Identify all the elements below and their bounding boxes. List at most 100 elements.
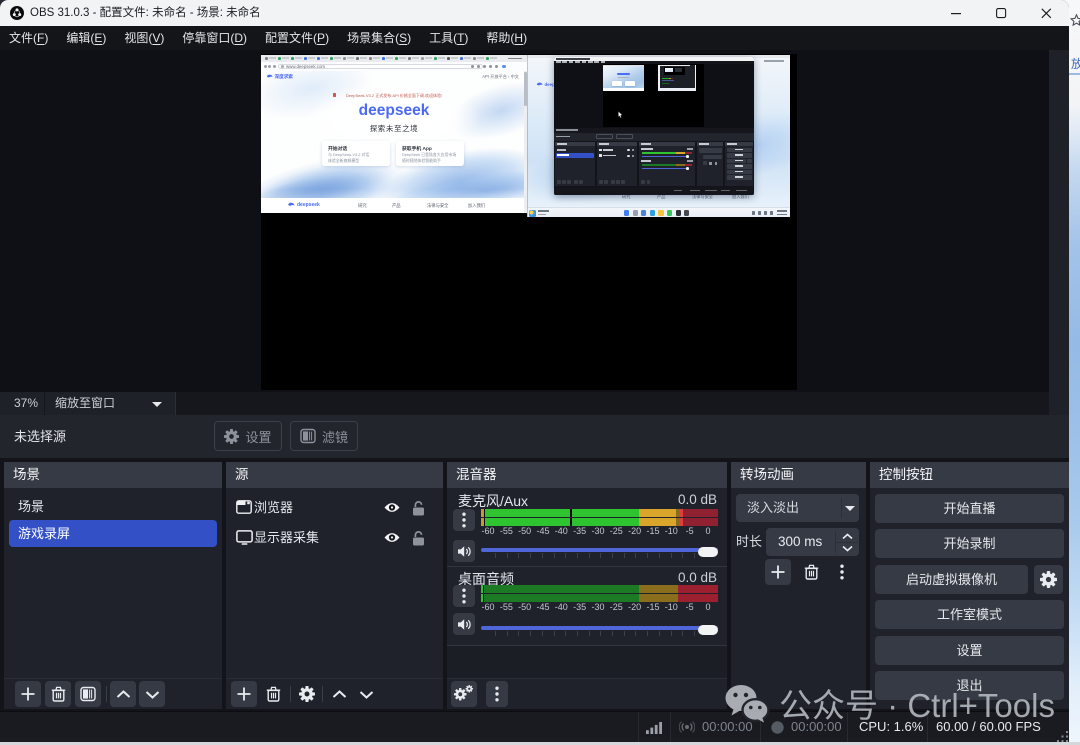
meter-scale-label: 0	[705, 526, 710, 536]
scene-filters-button[interactable]	[75, 681, 101, 707]
controls-panel-title[interactable]: 控制按钮	[870, 462, 1069, 488]
scene-item[interactable]: 场景	[4, 493, 222, 520]
screenshot-stage: 放 OBS 31.0.3 - 配置文件: 未命名 - 场景: 未命名 文件(F)…	[0, 0, 1080, 745]
captured-tabbar-detail	[282, 57, 289, 59]
mixer-channel-menu-button[interactable]	[453, 509, 475, 531]
captured-obs-window-detail-detail-detail	[557, 180, 561, 184]
source-properties-label: 设置	[245, 427, 271, 446]
volume-slider[interactable]	[481, 541, 718, 563]
browser-window-icon	[236, 500, 252, 519]
captured-obs-window-detail-detail-detail	[676, 152, 685, 154]
virtual-camera-settings-button[interactable]	[1034, 565, 1063, 594]
lock-open-icon[interactable]	[412, 531, 425, 551]
menu-item[interactable]: 场景集合(S)	[338, 26, 420, 50]
captured-tabbar-detail	[408, 57, 411, 60]
remove-source-button[interactable]	[262, 683, 284, 705]
duration-spinbox[interactable]: 300 ms	[766, 528, 859, 556]
source-down-button[interactable]	[355, 683, 377, 705]
volume-slider[interactable]	[481, 619, 718, 641]
visibility-eye-icon[interactable]	[384, 530, 400, 548]
source-properties-button[interactable]: 设置	[214, 421, 282, 451]
mute-speaker-button-detail	[457, 618, 472, 631]
source-properties-toolbar-button[interactable]	[296, 683, 318, 705]
lock-open-icon[interactable]	[412, 501, 425, 521]
mixer-menu-button[interactable]	[486, 681, 508, 707]
menu-item[interactable]: 配置文件(P)	[256, 26, 338, 50]
captured-obs-window-detail	[596, 134, 613, 139]
scene-item-selected[interactable]: 游戏录屏	[9, 520, 217, 547]
minimize-button[interactable]	[934, 0, 979, 26]
spin-up-button[interactable]	[837, 531, 857, 542]
transition-select[interactable]: 淡入淡出	[736, 494, 859, 522]
source-item-browser[interactable]: 浏览器	[226, 494, 443, 521]
transitions-panel-title[interactable]: 转场动画	[731, 462, 866, 488]
add-source-button[interactable]	[231, 681, 257, 707]
close-button[interactable]	[1024, 0, 1069, 26]
maximize-button-detail-detail	[997, 8, 1006, 17]
advanced-audio-button[interactable]	[451, 681, 477, 707]
mixer-panel-title[interactable]: 混音器	[447, 462, 727, 488]
zoom-control[interactable]: 37% 缩放至窗口	[0, 392, 176, 415]
start-recording-button[interactable]: 开始录制	[875, 529, 1064, 558]
captured-tabbar-detail	[317, 57, 320, 60]
scene-down-button[interactable]	[139, 681, 165, 707]
remove-scene-button[interactable]	[45, 681, 71, 707]
spin-down-button[interactable]	[837, 543, 857, 554]
add-transition-button[interactable]	[765, 559, 791, 585]
captured-footer-link: 研究	[358, 203, 367, 209]
menu-item[interactable]: 文件(F)	[0, 26, 57, 50]
visibility-eye-icon[interactable]	[384, 500, 400, 518]
volume-slider-detail	[577, 553, 578, 558]
transition-menu-button[interactable]	[833, 561, 851, 583]
volume-slider-detail	[612, 631, 613, 636]
display-capture-source[interactable]: www.deepseek.com深度求索API 开放平台 › 中文DeepSee…	[261, 55, 790, 217]
volume-slider-detail	[698, 625, 718, 635]
remove-transition-button[interactable]	[800, 561, 822, 583]
mixer-channel-menu-button[interactable]	[453, 585, 475, 607]
sources-panel-title[interactable]: 源	[226, 462, 443, 488]
captured-card: 开始对话与 DeepSeek-V3.2 对话体验全新旗舰模型	[322, 141, 390, 166]
menu-item[interactable]: 工具(T)	[420, 26, 477, 50]
captured-obs-window-detail	[588, 61, 593, 62]
preview-canvas[interactable]: www.deepseek.com深度求索API 开放平台 › 中文DeepSee…	[261, 54, 797, 390]
menu-item[interactable]: 停靠窗口(D)	[173, 26, 256, 50]
maximize-button[interactable]	[979, 0, 1024, 26]
captured-obs-window-detail-detail-detail	[642, 152, 676, 154]
captured-taskbar	[527, 207, 790, 217]
signal-bars-icon-detail-detail-detail	[659, 722, 662, 734]
source-filters-button[interactable]: 滤镜	[290, 421, 358, 451]
source-up-button-detail-detail	[333, 691, 345, 697]
monitor-icon-detail	[236, 530, 253, 545]
menu-item[interactable]: 视图(V)	[115, 26, 173, 50]
menu-item-detail: H	[514, 31, 523, 45]
scene-up-button[interactable]	[110, 681, 136, 707]
resize-grip[interactable]	[1057, 730, 1069, 742]
studio-mode-button[interactable]: 工作室模式	[875, 600, 1064, 629]
captured-navbar-detail	[489, 65, 492, 68]
captured-obs-window-detail-detail-detail	[685, 152, 692, 154]
mute-speaker-button[interactable]	[453, 540, 475, 562]
gear-icon-detail-detail	[224, 429, 239, 444]
menu-item[interactable]: 编辑(E)	[57, 26, 115, 50]
captured-card-detail: 开始对话	[328, 145, 347, 152]
mute-speaker-button-detail-detail	[466, 622, 467, 627]
start-virtual-camera-button[interactable]: 启动虚拟摄像机	[875, 565, 1028, 594]
minimize-button-detail-detail	[951, 13, 961, 14]
captured-obs-canvas-detail-detail-detail	[662, 80, 674, 81]
scenes-panel-title[interactable]: 场景	[4, 462, 222, 488]
zoom-percent: 37%	[14, 392, 38, 415]
add-scene-button[interactable]	[15, 681, 41, 707]
obs-logo-icon-detail-detail	[16, 8, 19, 11]
mute-speaker-button[interactable]	[453, 613, 475, 635]
captured-obs-window-detail-detail-detail	[727, 143, 737, 145]
menu-item[interactable]: 帮助(H)	[477, 26, 536, 50]
source-item-display[interactable]: 显示器采集	[226, 524, 443, 551]
start-streaming-button[interactable]: 开始直播	[875, 494, 1064, 523]
source-up-button[interactable]	[328, 683, 350, 705]
transition-current: 淡入淡出	[747, 494, 799, 522]
captured-obs-window-detail-detail-detail	[727, 159, 746, 164]
settings-button[interactable]: 设置	[875, 636, 1064, 665]
captured-obs-window-detail	[575, 61, 580, 62]
watermark-text: 公众号 · Ctrl+Tools	[779, 679, 1055, 727]
captured-tabbar-detail	[295, 57, 302, 59]
